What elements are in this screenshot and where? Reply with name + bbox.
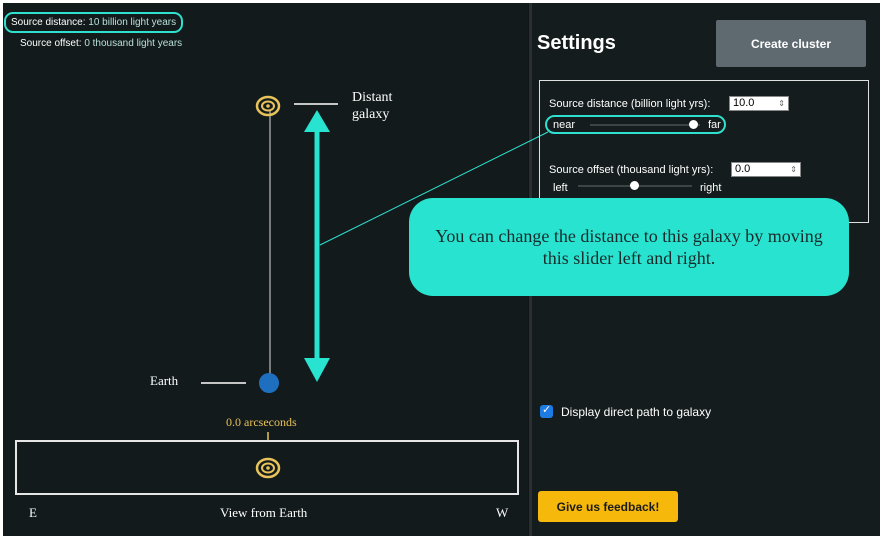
distance-slider-track[interactable]: [590, 124, 700, 126]
slider-near-label: near: [553, 119, 576, 131]
stepper-icon[interactable]: ⇕: [778, 97, 785, 110]
source-distance-input[interactable]: 10.0 ⇕: [729, 96, 789, 111]
distant-label-line2: galaxy: [352, 107, 390, 122]
source-offset-input[interactable]: 0.0 ⇕: [731, 162, 801, 177]
east-label: E: [29, 505, 37, 520]
display-path-checkbox[interactable]: [540, 403, 553, 418]
west-label: W: [496, 505, 509, 520]
slider-right-label: right: [700, 182, 722, 194]
galaxy-icon: [255, 95, 281, 117]
stepper-icon[interactable]: ⇕: [790, 163, 797, 176]
arcseconds-label: 0.0 arcseconds: [226, 415, 297, 429]
display-path-label: Display direct path to galaxy: [561, 405, 712, 419]
tutorial-callout: You can change the distance to this gala…: [409, 198, 849, 296]
source-offset-label: Source offset (thousand light yrs):: [549, 164, 714, 176]
feedback-button[interactable]: Give us feedback!: [538, 491, 678, 522]
slider-far-label: far: [708, 119, 721, 131]
distant-label-line1: Distant: [352, 90, 393, 105]
settings-title: Settings: [537, 32, 616, 54]
distance-double-arrow: [304, 110, 330, 382]
source-distance-label: Source distance (billion light yrs):: [549, 98, 711, 110]
earth-view-box: [15, 440, 519, 495]
create-cluster-button[interactable]: Create cluster: [716, 20, 866, 67]
view-from-earth-label: View from Earth: [220, 505, 308, 520]
offset-slider-thumb[interactable]: [630, 181, 639, 190]
slider-left-label: left: [553, 182, 568, 194]
distance-slider-thumb[interactable]: [689, 120, 698, 129]
distant-galaxy-label: Distant galaxy: [352, 89, 392, 123]
earth-icon: [259, 373, 279, 393]
earth-label: Earth: [150, 373, 179, 388]
source-distance-value: 10.0: [733, 97, 755, 109]
source-offset-value: 0.0: [735, 163, 751, 175]
